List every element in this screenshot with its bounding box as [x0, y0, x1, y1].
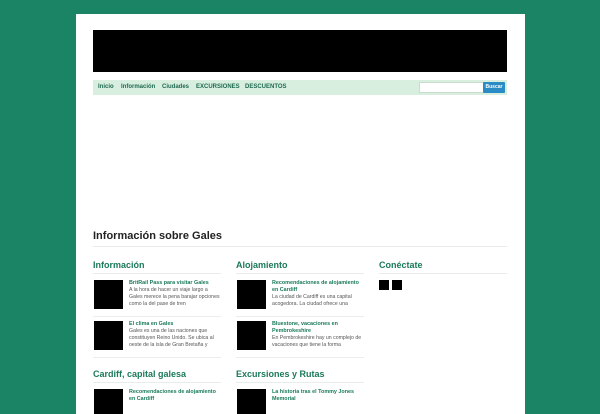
- post-item: Bluestone, vacaciones en Pembrokeshire E…: [237, 321, 365, 355]
- post-thumbnail[interactable]: [94, 389, 123, 414]
- post-item: Recomendaciones de alojamiento en Cardif…: [94, 389, 222, 414]
- section-title-cardiff[interactable]: Cardiff, capital galesa: [93, 369, 186, 379]
- nav-item-descuentos[interactable]: DESCUENTOS: [245, 80, 287, 95]
- nav-item-ciudades[interactable]: Ciudades: [162, 80, 189, 95]
- nav-item-informacion[interactable]: Información: [121, 80, 155, 95]
- section-divider: [93, 273, 221, 274]
- post-excerpt: Gales es una de las naciones que constit…: [129, 328, 214, 348]
- post-divider: [236, 316, 364, 317]
- post-excerpt: En Pembrokeshire hay un complejo de vaca…: [272, 335, 362, 348]
- nav-item-excursiones[interactable]: EXCURSIONES: [196, 80, 240, 95]
- post-excerpt: A la hora de hacer un viaje largo a Gale…: [129, 287, 220, 307]
- post-item: El clima en Gales Gales es una de las na…: [94, 321, 222, 355]
- post-item: Recomendaciones de alojamiento en Cardif…: [237, 280, 365, 314]
- social-icon-1[interactable]: [379, 280, 389, 290]
- nav-item-inicio[interactable]: Inicio: [98, 80, 114, 95]
- page-title: Información sobre Gales: [93, 230, 222, 242]
- section-divider: [93, 382, 221, 383]
- post-thumbnail[interactable]: [94, 280, 123, 309]
- social-icon-2[interactable]: [392, 280, 402, 290]
- search-input[interactable]: [419, 82, 486, 93]
- section-divider: [236, 382, 364, 383]
- post-title[interactable]: El clima en Gales: [129, 321, 222, 328]
- post-excerpt: La ciudad de Cardiff es una capital acog…: [272, 294, 352, 307]
- section-title-alojamiento[interactable]: Alojamiento: [236, 260, 288, 270]
- post-title[interactable]: BritRail Pass para visitar Gales: [129, 280, 222, 287]
- section-divider: [236, 273, 364, 274]
- page-container: Inicio Información Ciudades EXCURSIONES …: [76, 14, 525, 414]
- section-divider: [379, 273, 507, 274]
- post-thumbnail[interactable]: [94, 321, 123, 350]
- post-title[interactable]: Recomendaciones de alojamiento en Cardif…: [129, 389, 222, 403]
- header-banner[interactable]: [93, 30, 507, 72]
- post-title[interactable]: Recomendaciones de alojamiento en Cardif…: [272, 280, 365, 294]
- post-divider: [236, 357, 364, 358]
- search-button[interactable]: Buscar: [483, 82, 505, 93]
- post-item: La historia tras el Tommy Jones Memorial: [237, 389, 365, 414]
- post-title[interactable]: Bluestone, vacaciones en Pembrokeshire: [272, 321, 365, 335]
- section-title-informacion[interactable]: Información: [93, 260, 145, 270]
- post-title[interactable]: La historia tras el Tommy Jones Memorial: [272, 389, 365, 403]
- main-nav: Inicio Información Ciudades EXCURSIONES …: [93, 80, 507, 95]
- title-divider: [93, 246, 507, 247]
- post-divider: [93, 357, 221, 358]
- section-title-conectate: Conéctate: [379, 260, 423, 270]
- post-item: BritRail Pass para visitar Gales A la ho…: [94, 280, 222, 314]
- post-thumbnail[interactable]: [237, 321, 266, 350]
- section-title-excursiones[interactable]: Excursiones y Rutas: [236, 369, 325, 379]
- post-thumbnail[interactable]: [237, 389, 266, 414]
- post-divider: [93, 316, 221, 317]
- post-thumbnail[interactable]: [237, 280, 266, 309]
